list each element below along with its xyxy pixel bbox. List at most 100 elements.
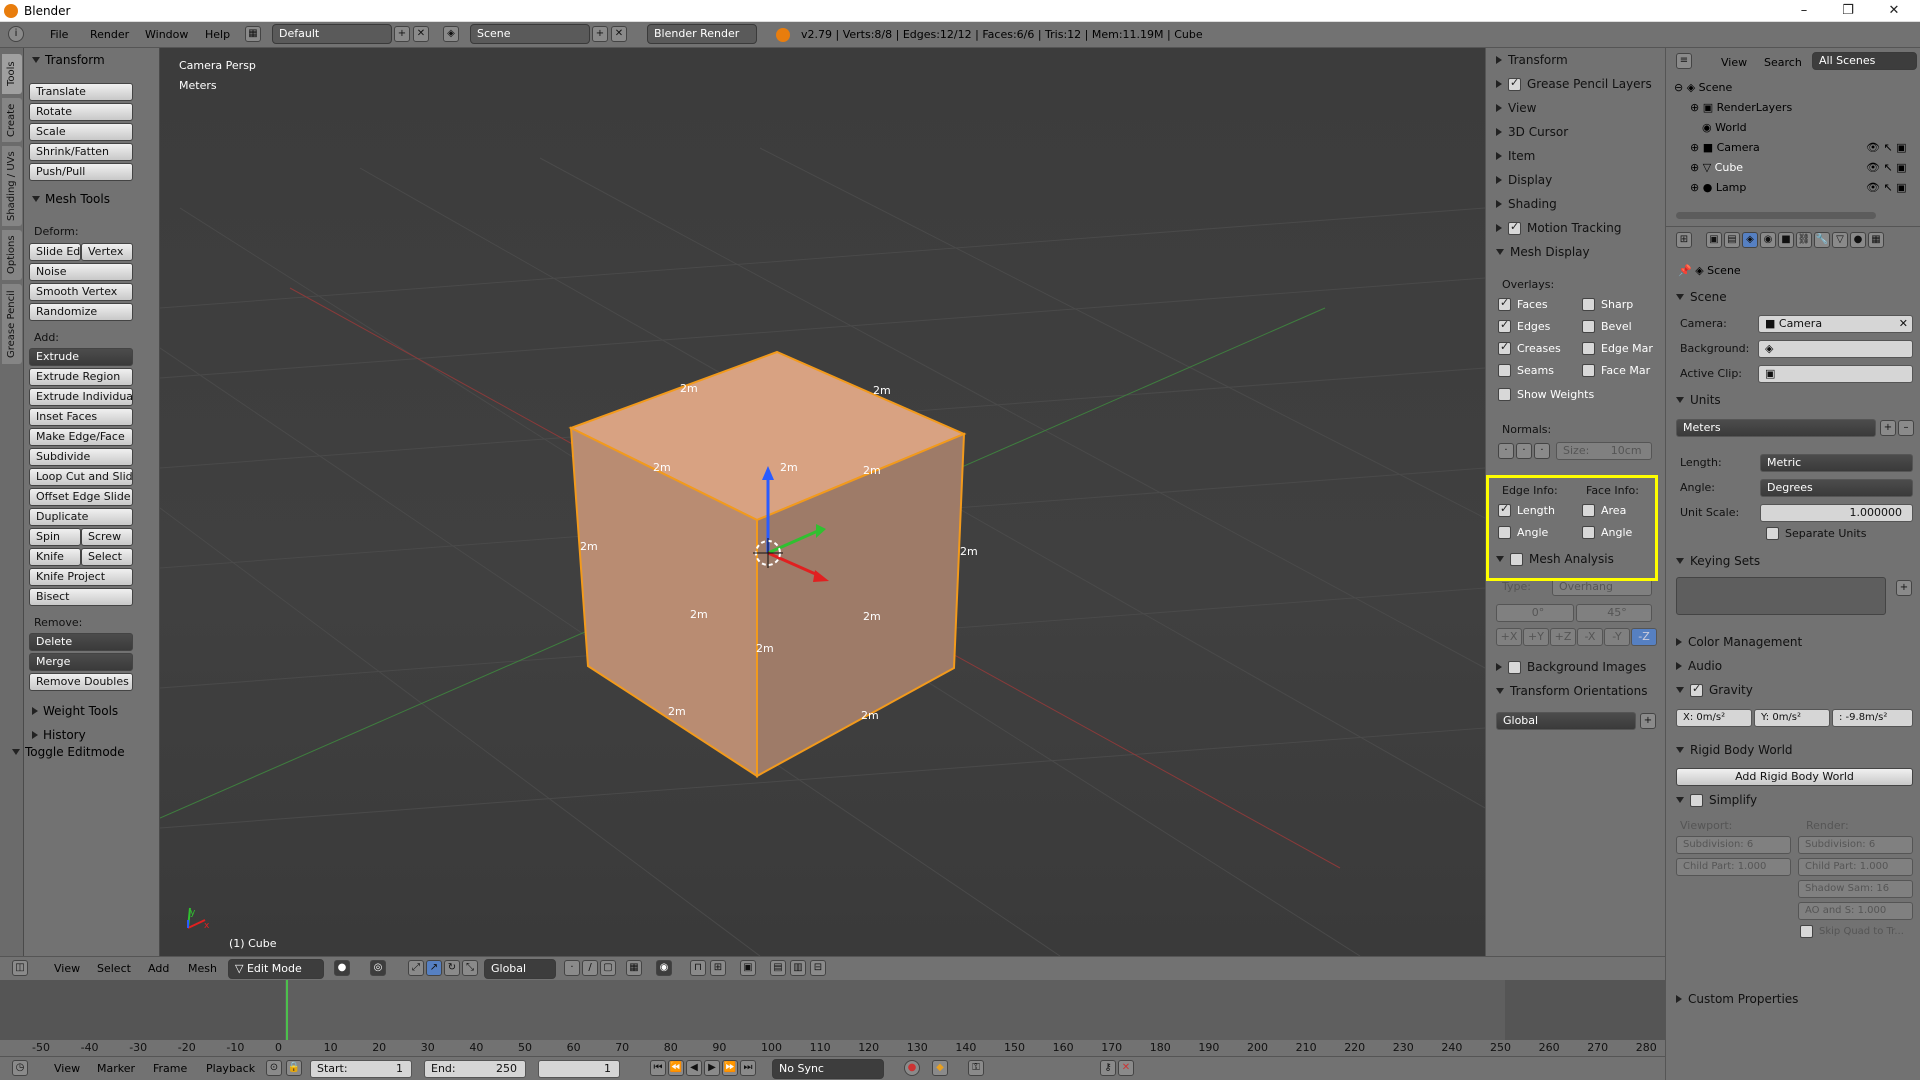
snap-toggle-icon[interactable]: ⊓ (690, 960, 706, 976)
add-rigid-body-world-button[interactable]: Add Rigid Body World (1676, 768, 1913, 786)
outliner-row-renderlayers[interactable]: ⊕ ▣ RenderLayers (1690, 101, 1792, 114)
rigid-body-world-header[interactable]: Rigid Body World (1676, 743, 1793, 757)
gravity-z-field[interactable]: : -9.8m/s² (1832, 709, 1913, 727)
render-child-particles-field[interactable]: Child Part: 1.000 (1798, 858, 1913, 876)
background-scene-field[interactable]: ◈ (1758, 340, 1913, 358)
delete-dropdown[interactable]: Delete (29, 633, 133, 651)
axis-plus-y-button[interactable]: +Y (1523, 628, 1549, 646)
outliner-editor-icon[interactable]: ≡ (1676, 53, 1692, 69)
pin-icon[interactable]: 📌 ◈ (1678, 264, 1707, 277)
translate-button[interactable]: Translate (29, 83, 133, 101)
bevel-overlay-toggle[interactable]: Bevel (1582, 320, 1632, 333)
pivot-point-icon[interactable]: ◎ (370, 960, 386, 976)
knife-button[interactable]: Knife (29, 548, 81, 566)
menu-window[interactable]: Window (145, 28, 188, 41)
orientation-select[interactable]: Global (1496, 712, 1636, 730)
edges-overlay-toggle[interactable]: Edges (1498, 318, 1550, 333)
screw-button[interactable]: Screw (81, 528, 133, 546)
add-layout-icon[interactable]: + (394, 26, 410, 42)
np-motion-tracking-header[interactable]: Motion Tracking (1496, 220, 1621, 235)
remove-doubles-button[interactable]: Remove Doubles (29, 673, 133, 691)
renderlayers-tab-icon[interactable]: ▤ (1724, 232, 1740, 248)
jump-end-icon[interactable]: ⏭ (740, 1060, 756, 1076)
outliner-row-lamp[interactable]: ⊕ ● Lamp (1690, 181, 1746, 194)
np-transform-header[interactable]: Transform (1496, 53, 1568, 67)
visibility-eye-icon[interactable]: 👁 ↖ ▣ (1866, 161, 1907, 174)
keying-set-icon[interactable]: ◆ (932, 1060, 948, 1076)
faces-overlay-toggle[interactable]: Faces (1498, 296, 1548, 311)
creases-overlay-toggle[interactable]: Creases (1498, 340, 1561, 355)
tl-marker-menu[interactable]: Marker (97, 1062, 135, 1075)
axis-minus-y-button[interactable]: -Y (1604, 628, 1630, 646)
bisect-button[interactable]: Bisect (29, 588, 133, 606)
analysis-max-field[interactable]: 45° (1576, 604, 1652, 622)
sharp-checkbox[interactable] (1582, 298, 1595, 311)
tab-create[interactable]: Create (2, 98, 22, 142)
modifiers-tab-icon[interactable]: 🔧 (1814, 232, 1830, 248)
add-keying-set-icon[interactable]: + (1896, 580, 1912, 596)
face-mark-checkbox[interactable] (1582, 364, 1595, 377)
opengl-render-icon[interactable]: ▤ (770, 960, 786, 976)
loop-cut-button[interactable]: Loop Cut and Slide (29, 468, 133, 486)
extrude-individual-button[interactable]: Extrude Individual (29, 388, 133, 406)
weight-tools-panel-header[interactable]: Weight Tools (32, 704, 118, 718)
unit-scale-field[interactable]: 1.000000 (1760, 504, 1913, 522)
limit-selection-icon[interactable]: ▦ (626, 960, 642, 976)
play-reverse-icon[interactable]: ◀ (686, 1060, 702, 1076)
clear-camera-icon[interactable]: ✕ (1899, 316, 1908, 332)
proportional-edit-icon[interactable]: ◉ (656, 960, 672, 976)
keying-sets-list[interactable] (1676, 577, 1886, 615)
end-frame-field[interactable]: End: 250 (424, 1060, 526, 1078)
outliner-row-camera[interactable]: ⊕ ■ Camera (1690, 141, 1760, 154)
scene-panel-header[interactable]: Scene (1676, 290, 1727, 304)
jump-keyframe-forward-icon[interactable]: ⏩ (722, 1060, 738, 1076)
display-mode-select[interactable]: All Scenes (1812, 52, 1917, 70)
lock-time-icon[interactable]: 🔒 (286, 1060, 302, 1076)
axis-minus-x-button[interactable]: -X (1577, 628, 1603, 646)
np-3d-cursor-header[interactable]: 3D Cursor (1496, 125, 1568, 139)
preview-range-icon[interactable]: ⊙ (266, 1060, 282, 1076)
toggle-editmode-header[interactable]: Toggle Editmode (12, 745, 125, 759)
sharp-overlay-toggle[interactable]: Sharp (1582, 298, 1633, 311)
menu-help[interactable]: Help (205, 28, 230, 41)
keyframe-type-icon[interactable]: ⚷ (1100, 1060, 1116, 1076)
scale-button[interactable]: Scale (29, 123, 133, 141)
texture-tab-icon[interactable]: ▦ (1868, 232, 1884, 248)
play-icon[interactable]: ▶ (704, 1060, 720, 1076)
outliner-scrollbar[interactable] (1676, 212, 1876, 219)
camera-view-icon[interactable]: ⊟ (810, 960, 826, 976)
viewport-subdivision-field[interactable]: Subdivision: 6 (1676, 836, 1791, 854)
scene-field[interactable]: Scene (470, 24, 590, 44)
object-tab-icon[interactable]: ■ (1778, 232, 1794, 248)
noise-button[interactable]: Noise (29, 263, 133, 281)
analysis-min-field[interactable]: 0° (1496, 604, 1574, 622)
vh-view-menu[interactable]: View (54, 962, 80, 975)
remove-preset-icon[interactable]: – (1898, 420, 1914, 436)
maximize-button[interactable]: ❐ (1826, 1, 1870, 21)
inset-faces-button[interactable]: Inset Faces (29, 408, 133, 426)
tl-playback-menu[interactable]: Playback (206, 1062, 255, 1075)
screen-layout-icon[interactable]: ▦ (245, 26, 261, 42)
vh-mesh-menu[interactable]: Mesh (188, 962, 217, 975)
start-frame-field[interactable]: Start: 1 (310, 1060, 412, 1078)
current-frame-field[interactable]: 1 (538, 1060, 620, 1078)
face-mark-overlay-toggle[interactable]: Face Mar (1582, 364, 1650, 377)
slide-edge-button[interactable]: Slide Ed (29, 243, 81, 261)
sync-mode-select[interactable]: No Sync (772, 1059, 884, 1079)
keying-sets-header[interactable]: Keying Sets (1676, 554, 1760, 568)
visibility-eye-icon[interactable]: 👁 ↖ ▣ (1866, 181, 1907, 194)
length-unit-select[interactable]: Metric (1760, 454, 1913, 472)
edges-checkbox[interactable] (1498, 318, 1511, 333)
tab-shading-uvs[interactable]: Shading / UVs (2, 146, 22, 226)
np-view-header[interactable]: View (1496, 101, 1536, 115)
viewport-shading-icon[interactable]: ● (334, 960, 350, 976)
close-button[interactable]: ✕ (1872, 1, 1916, 21)
scene-tab-icon[interactable]: ◈ (1742, 232, 1758, 248)
seams-checkbox[interactable] (1498, 364, 1511, 377)
edge-mark-overlay-toggle[interactable]: Edge Mar (1582, 342, 1653, 355)
normals-size-field[interactable]: Size: 10cm (1556, 442, 1652, 460)
faces-checkbox[interactable] (1498, 296, 1511, 311)
audio-header[interactable]: Audio (1676, 659, 1722, 673)
transform-panel-header[interactable]: Transform (32, 53, 105, 67)
np-mesh-display-header[interactable]: Mesh Display (1496, 245, 1590, 259)
